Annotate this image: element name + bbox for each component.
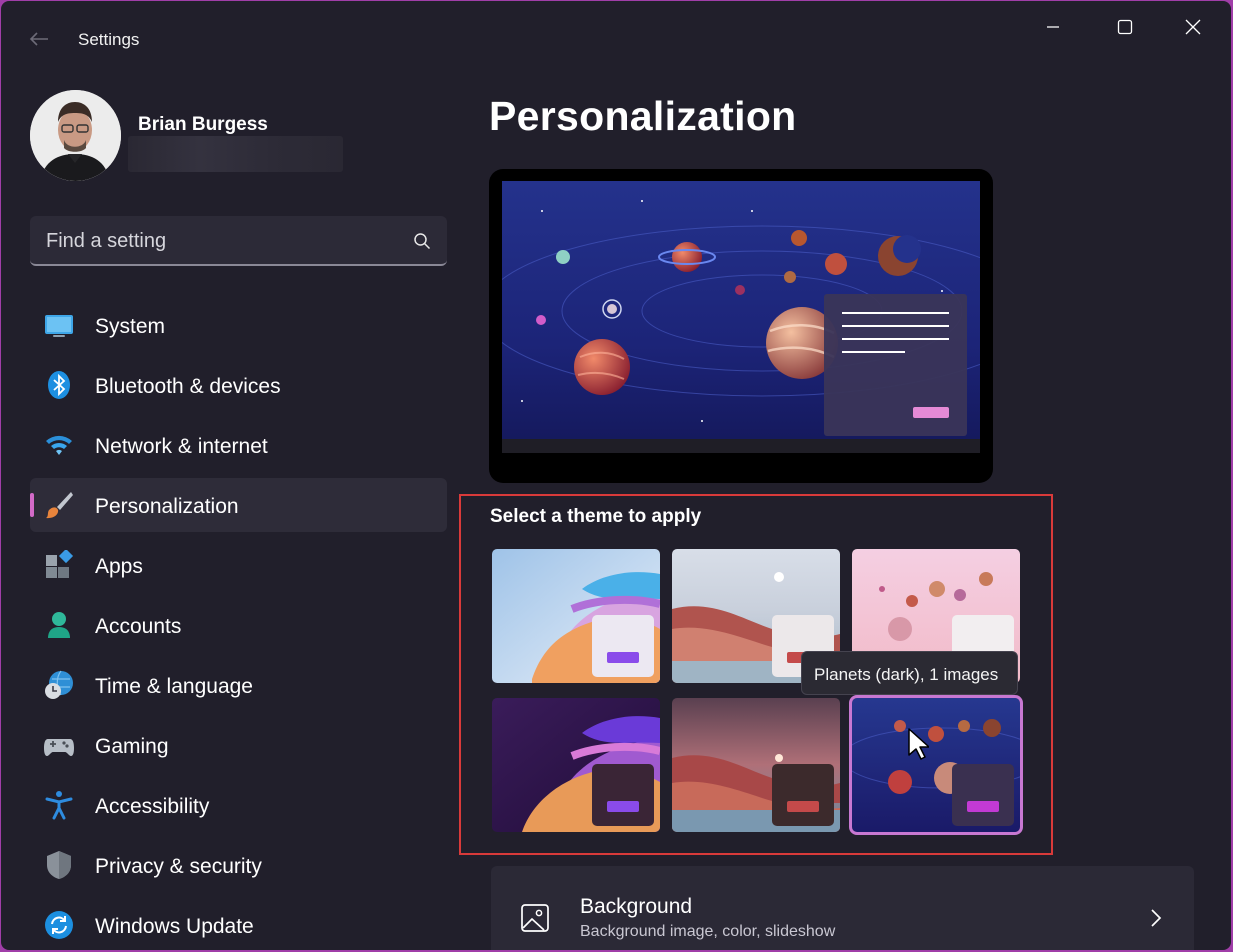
theme-window-preview: [952, 764, 1014, 826]
controller-icon: [44, 739, 74, 756]
search-input[interactable]: [46, 228, 396, 254]
sidebar-item-network[interactable]: Network & internet: [30, 418, 447, 472]
person-icon: [48, 612, 70, 638]
mouse-cursor-icon: [908, 728, 929, 760]
settings-window: Settings Brian Burgess Find a setting Sy…: [1, 1, 1231, 950]
sidebar-item-personalization[interactable]: Personalization: [30, 478, 447, 532]
theme-window-preview: [592, 615, 654, 677]
user-email-redacted: [128, 136, 343, 172]
sidebar-item-gaming[interactable]: Gaming: [30, 718, 447, 772]
apps-icon: [46, 550, 74, 578]
minimize-button[interactable]: [1025, 9, 1081, 45]
page-title: Personalization: [489, 93, 797, 139]
chevron-right-icon: [1151, 909, 1162, 927]
theme-preview: [489, 169, 993, 483]
back-button[interactable]: [25, 25, 53, 53]
sidebar-item-bluetooth[interactable]: Bluetooth & devices: [30, 358, 447, 412]
theme-tooltip: Planets (dark), 1 images: [801, 651, 1018, 695]
theme-accent-swatch: [787, 801, 819, 812]
sidebar-item-system[interactable]: System: [30, 298, 447, 352]
theme-tile-windows-light[interactable]: [492, 549, 660, 683]
theme-tile-windows-dark[interactable]: [492, 698, 660, 832]
sidebar-item-label: Personalization: [95, 495, 239, 518]
sidebar-item-label: System: [95, 315, 166, 338]
minimize-icon: [1047, 26, 1059, 28]
search-icon[interactable]: [413, 232, 431, 250]
accessibility-icon: [45, 791, 73, 820]
sidebar-item-windows-update[interactable]: Windows Update: [30, 898, 447, 950]
selection-indicator: [30, 493, 34, 517]
maximize-icon: [1117, 19, 1133, 35]
theme-tile-glow-dark[interactable]: [672, 698, 840, 832]
avatar[interactable]: [30, 90, 121, 181]
sidebar-item-privacy-security[interactable]: Privacy & security: [30, 838, 447, 892]
profile-photo: [30, 90, 121, 181]
title-bar: Settings: [1, 1, 1231, 77]
theme-accent-swatch: [967, 801, 999, 812]
sidebar-item-accessibility[interactable]: Accessibility: [30, 778, 447, 832]
update-icon: [45, 911, 73, 939]
sidebar-item-accounts[interactable]: Accounts: [30, 598, 447, 652]
image-icon: [521, 904, 549, 932]
sidebar-item-label: Time & language: [95, 675, 253, 698]
shield-icon: [47, 851, 71, 879]
back-arrow-icon: [29, 32, 48, 46]
sidebar-nav: System Bluetooth & devices Network & int…: [30, 298, 447, 950]
user-name: Brian Burgess: [138, 114, 268, 135]
sidebar-item-label: Apps: [95, 555, 143, 578]
maximize-button[interactable]: [1097, 9, 1153, 45]
theme-tile-planets-dark[interactable]: [849, 695, 1023, 835]
search-box[interactable]: [30, 216, 447, 266]
brush-icon: [46, 492, 73, 519]
globe-clock-icon: [45, 670, 73, 699]
sidebar-item-label: Bluetooth & devices: [95, 375, 281, 398]
app-title: Settings: [78, 30, 140, 49]
sidebar-item-time-language[interactable]: Time & language: [30, 658, 447, 712]
wifi-icon: [46, 435, 72, 455]
theme-section-heading: Select a theme to apply: [490, 506, 702, 527]
theme-accent-swatch: [607, 801, 639, 812]
system-icon: [45, 315, 73, 337]
sidebar-item-label: Network & internet: [95, 435, 268, 458]
background-setting-row[interactable]: Background Background image, color, slid…: [491, 866, 1194, 950]
sidebar-item-label: Windows Update: [95, 915, 254, 938]
sidebar-item-label: Privacy & security: [95, 855, 262, 878]
desktop-preview-image: [502, 181, 980, 453]
close-button[interactable]: [1165, 9, 1221, 45]
sidebar-item-label: Accounts: [95, 615, 182, 638]
sidebar-item-label: Accessibility: [95, 795, 210, 818]
sidebar-item-label: Gaming: [95, 735, 169, 758]
bluetooth-icon: [48, 371, 70, 399]
close-icon: [1185, 19, 1201, 35]
theme-window-preview: [772, 764, 834, 826]
background-subtitle: Background image, color, slideshow: [580, 923, 836, 940]
background-title: Background: [580, 895, 693, 918]
sidebar-item-apps[interactable]: Apps: [30, 538, 447, 592]
theme-window-preview: [592, 764, 654, 826]
theme-accent-swatch: [607, 652, 639, 663]
